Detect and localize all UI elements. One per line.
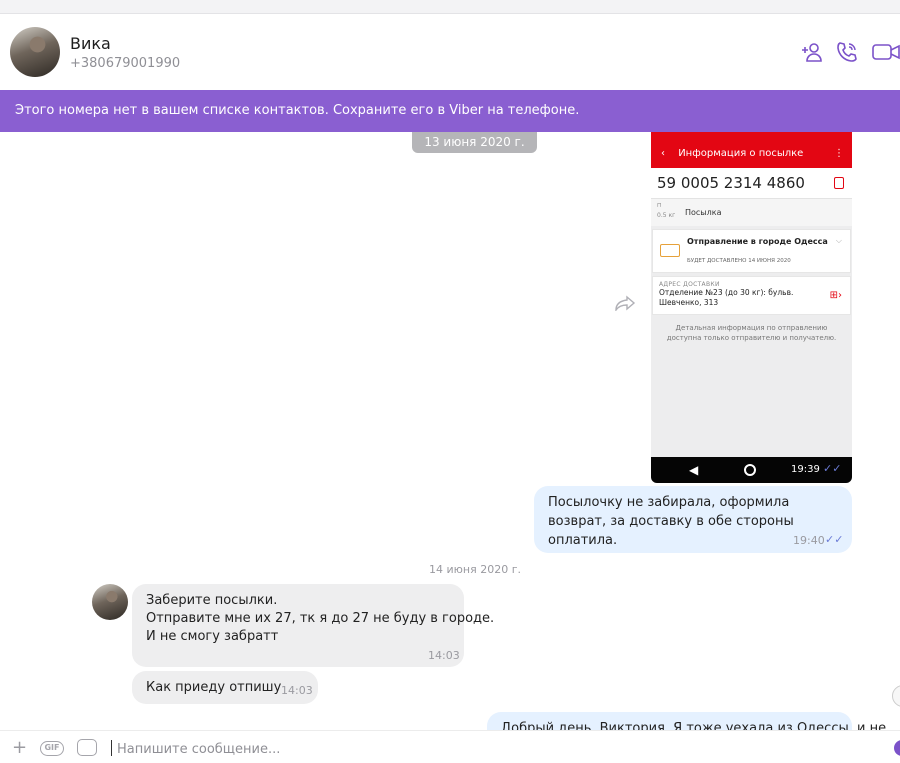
sticker-icon[interactable] [77,739,97,756]
plus-icon[interactable]: + [12,738,27,758]
more-icon: ⋮ [834,148,844,159]
image-time: 19:39 [791,464,820,475]
screenshot-title: Информация о посылке [678,148,804,159]
date-separator: 14 июня 2020 г. [429,563,521,576]
contact-avatar[interactable] [10,27,60,77]
status-subtitle: БУДЕТ ДОСТАВЛЕНО 14 ИЮНЯ 2020 [687,258,791,264]
message-line: Заберите посылки. [146,593,278,608]
text-caret [111,740,112,756]
message-time: 14:03 [281,684,313,697]
contact-phone: +380679001990 [70,56,181,71]
message-time: 19:40 [793,534,825,547]
incoming-message[interactable]: Как приеду отпишу 14:03 [132,671,318,704]
chat-area[interactable]: ‹ Информация о посылке ⋮ 59 0005 2314 48… [0,132,900,730]
parcel-label: Посылка [685,208,722,217]
copy-icon [834,177,844,189]
chat-header: Вика +380679001990 [0,14,900,90]
tracking-number-text: 59 0005 2314 4860 [657,174,805,192]
status-card: Отправление в городе Одесса БУДЕТ ДОСТАВ… [652,229,851,273]
address-label: АДРЕС ДОСТАВКИ [659,281,720,288]
parcel-row: ⊓ 0.5 кг Посылка [651,198,852,226]
info-text: Детальная информация по отправлению дост… [666,324,837,342]
phone-status-bar [651,132,852,140]
message-time: 14:03 [428,649,460,662]
address-value: Отделение №23 (до 30 кг): бульв. Шевченк… [659,288,794,307]
forward-icon[interactable] [614,295,636,311]
incoming-message[interactable]: Заберите посылки. Отправите мне их 27, т… [132,584,494,667]
back-arrow-icon: ‹ [661,148,665,159]
date-separator: 13 июня 2020 г. [412,132,537,153]
chevron-down-icon: ⌵ [835,236,842,245]
scroll-down-button[interactable] [892,685,900,707]
truck-icon [660,244,680,257]
phone-nav-bar: ◀ 19:39 ✓✓ [651,457,852,483]
message-text: Добрый день, Виктория. Я тоже уехала из … [501,721,887,730]
sender-avatar[interactable] [92,584,128,620]
video-call-icon[interactable] [871,40,900,64]
message-line: Отправите мне их 27, тк я до 27 не буду … [146,611,495,626]
weight-label: ⊓ 0.5 кг [657,202,676,219]
screenshot-appbar: ‹ Информация о посылке ⋮ [651,140,852,168]
status-title: Отправление в городе Одесса [687,237,828,246]
nav-home-icon [744,464,756,476]
address-card: АДРЕС ДОСТАВКИ Отделение №23 (до 30 кг):… [652,276,851,315]
map-icon: ⊞› [829,290,842,301]
send-icon[interactable] [894,740,900,756]
gif-icon[interactable]: GIF [40,741,64,756]
outgoing-message[interactable]: Посылочку не забирала, оформила возврат,… [534,486,852,553]
image-attachment[interactable]: ‹ Информация о посылке ⋮ 59 0005 2314 48… [651,132,852,483]
message-line: И не смогу забратт [146,629,279,644]
window-top-strip [0,0,900,14]
message-composer: + GIF [0,730,900,763]
add-contact-icon[interactable] [800,40,824,64]
message-text: Как приеду отпишу [146,680,282,695]
nav-back-icon: ◀ [689,463,699,477]
contact-name[interactable]: Вика [70,34,111,53]
message-input[interactable] [117,738,817,760]
phone-icon[interactable] [835,40,859,64]
tracking-number: 59 0005 2314 4860 [651,168,852,198]
read-ticks-icon: ✓✓ [823,462,842,475]
unknown-contact-banner: Этого номера нет в вашем списке контакто… [0,90,900,132]
outgoing-message[interactable]: Добрый день, Виктория. Я тоже уехала из … [487,712,886,730]
read-ticks-icon: ✓✓ [825,533,844,546]
